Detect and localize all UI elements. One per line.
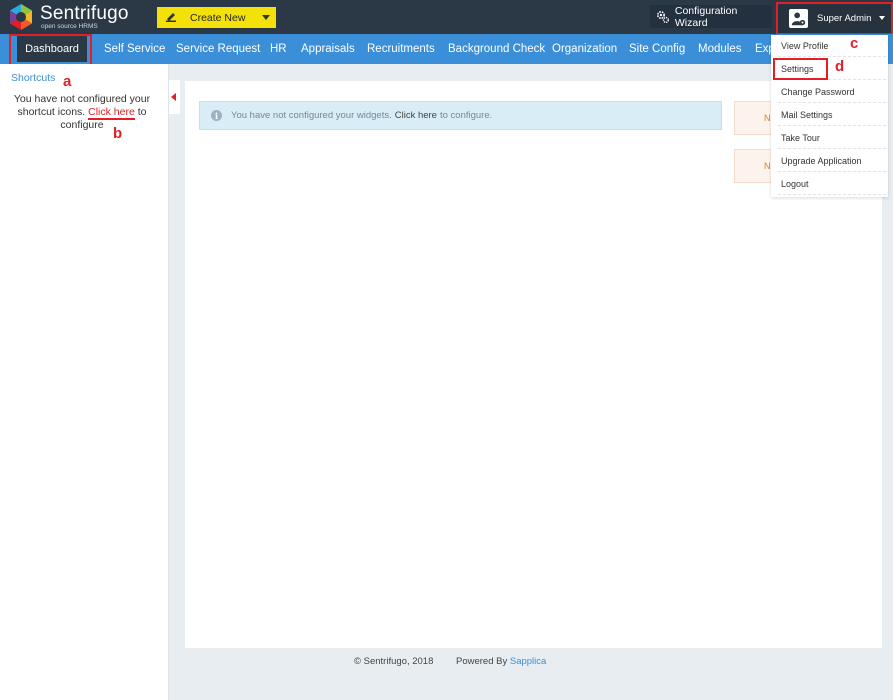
shortcuts-message: You have not configured your shortcut ic…: [8, 93, 156, 132]
nav-site-config[interactable]: Site Config: [629, 34, 685, 64]
nav-self-service[interactable]: Self Service: [104, 34, 165, 64]
annotation-box-dashboard: [9, 34, 92, 68]
footer-powered-by: Powered By: [456, 656, 508, 667]
chevron-left-icon: [171, 93, 176, 101]
shortcuts-title: Shortcuts: [11, 72, 56, 84]
menu-divider: [778, 102, 886, 103]
configuration-wizard-button[interactable]: Configuration Wizard: [650, 4, 772, 29]
nav-background-check[interactable]: Background Check: [448, 34, 545, 64]
widgets-alert-text: You have not configured your widgets.: [231, 110, 392, 121]
menu-item-change-password[interactable]: Change Password: [781, 87, 885, 97]
chevron-down-icon: [262, 15, 270, 20]
nav-organization[interactable]: Organization: [552, 34, 617, 64]
menu-item-logout[interactable]: Logout: [781, 179, 885, 189]
logo-tagline: open source HRMS: [41, 22, 98, 30]
logo-name: Sentrifugo: [40, 2, 129, 24]
user-menu-button[interactable]: Super Admin: [776, 2, 893, 35]
menu-divider: [778, 56, 886, 57]
annotation-label-c: c: [850, 35, 859, 52]
logo-icon: [10, 4, 32, 30]
chevron-down-icon: [879, 16, 885, 20]
menu-item-take-tour[interactable]: Take Tour: [781, 133, 885, 143]
footer-copyright: © Sentrifugo, 2018: [354, 656, 434, 667]
sentrifugo-logo[interactable]: Sentrifugo open source HRMS: [7, 3, 129, 31]
create-new-label: Create New: [190, 12, 246, 24]
avatar: [789, 9, 808, 28]
nav-appraisals[interactable]: Appraisals: [301, 34, 355, 64]
annotation-label-a: a: [63, 73, 72, 90]
annotation-label-d: d: [835, 58, 845, 75]
footer-vendor-link[interactable]: Sapplica: [510, 656, 546, 667]
user-icon: [791, 12, 806, 26]
gear-icon: [656, 10, 669, 23]
menu-item-view-profile[interactable]: View Profile: [781, 41, 885, 51]
pencil-icon: [166, 13, 176, 22]
configuration-wizard-label: Configuration Wizard: [674, 4, 738, 29]
widgets-click-here-link[interactable]: Click here: [395, 110, 437, 121]
user-name: Super Admin: [817, 13, 872, 24]
nav-modules[interactable]: Modules: [698, 34, 741, 64]
info-icon: i: [211, 110, 222, 121]
annotation-label-b: b: [113, 125, 123, 142]
shortcuts-click-here-link[interactable]: Click here: [88, 106, 135, 120]
menu-item-mail-settings[interactable]: Mail Settings: [781, 110, 885, 120]
menu-divider: [778, 194, 886, 195]
nav-recruitments[interactable]: Recruitments: [367, 34, 435, 64]
widgets-alert-suffix: to configure.: [439, 110, 493, 121]
widgets-info-alert: i You have not configured your widgets. …: [199, 101, 722, 130]
nav-hr[interactable]: HR: [270, 34, 287, 64]
sidebar-collapse-tab[interactable]: [169, 80, 180, 114]
menu-divider: [778, 171, 886, 172]
menu-divider: [778, 125, 886, 126]
shortcuts-panel: Shortcuts You have not configured your s…: [0, 64, 169, 700]
nav-service-request[interactable]: Service Request: [176, 34, 260, 64]
footer: © Sentrifugo, 2018 Powered By Sapplica: [354, 656, 546, 667]
menu-item-upgrade-application[interactable]: Upgrade Application: [781, 156, 885, 166]
create-new-button[interactable]: Create New: [157, 7, 276, 28]
menu-divider: [778, 148, 886, 149]
top-bar: Sentrifugo open source HRMS Create New C…: [0, 0, 893, 35]
annotation-box-settings: [773, 58, 828, 80]
main-nav: Dashboard Self Service Service Request H…: [0, 34, 893, 64]
